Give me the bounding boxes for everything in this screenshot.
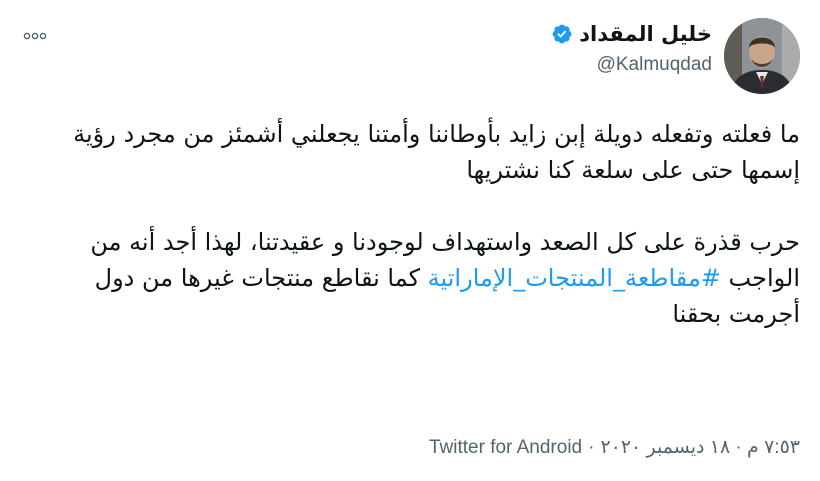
- tweet-text: ما فعلته وتفعله دويلة إبن زايد بأوطاننا …: [20, 116, 800, 332]
- name-row: خليل المقداد: [551, 22, 712, 46]
- hashtag-link[interactable]: #مقاطعة_المنتجات_الإماراتية: [428, 264, 721, 292]
- more-horizontal-icon: [23, 32, 47, 40]
- avatar-photo: [724, 18, 800, 94]
- tweet-meta: Twitter for Android · ٧:٥٣ م · ١٨ ديسمبر ٢…: [429, 436, 800, 459]
- tweet-paragraph: حرب قذرة على كل الصعد واستهداف لوجودنا و…: [20, 224, 800, 332]
- tweet-card: خليل المقداد @Kalmuqdad ما فعلته وتفعله …: [0, 0, 820, 481]
- more-options-button[interactable]: [20, 26, 50, 46]
- author-block: خليل المقداد @Kalmuqdad: [551, 22, 712, 76]
- tweet-paragraph: ما فعلته وتفعله دويلة إبن زايد بأوطاننا …: [73, 120, 800, 184]
- tweet-timestamp[interactable]: ٧:٥٣ م · ١٨ ديسمبر ٢٠٢٠: [600, 436, 800, 459]
- meta-separator: ·: [588, 437, 595, 458]
- avatar[interactable]: [724, 18, 800, 94]
- author-display-name[interactable]: خليل المقداد: [579, 22, 712, 46]
- tweet-source-link[interactable]: Twitter for Android: [429, 437, 582, 459]
- author-handle[interactable]: @Kalmuqdad: [551, 54, 712, 76]
- verified-badge-icon: [552, 24, 572, 44]
